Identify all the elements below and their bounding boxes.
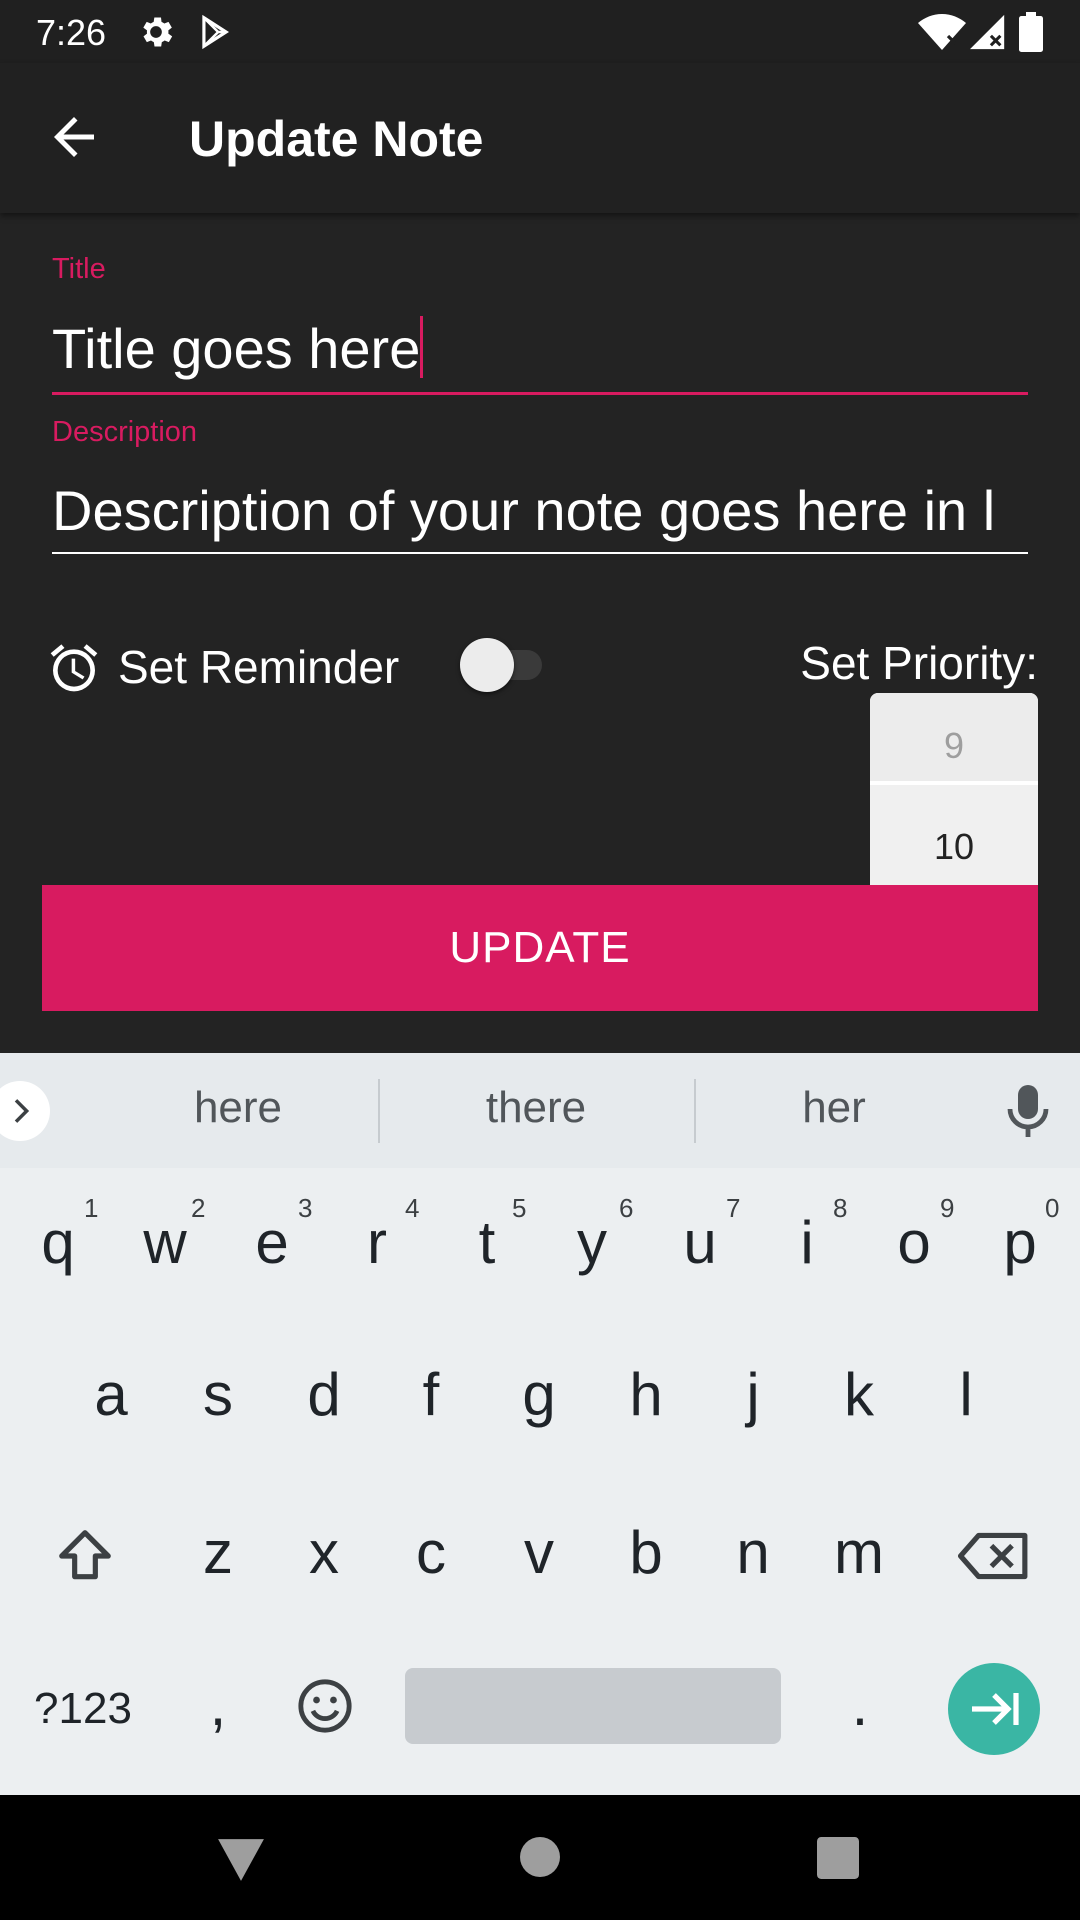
system-navigation-bar	[0, 1795, 1080, 1920]
key-m[interactable]: m	[809, 1493, 909, 1613]
key-v[interactable]: v	[489, 1493, 589, 1613]
play-store-icon	[202, 14, 230, 50]
suggestion-divider	[694, 1079, 696, 1143]
key-n[interactable]: n	[703, 1493, 803, 1613]
page-title: Update Note	[189, 111, 484, 167]
key-comma[interactable]: ,	[168, 1645, 268, 1765]
key-hint: 7	[726, 1193, 741, 1223]
title-input-underline	[52, 392, 1028, 395]
emoji-icon[interactable]	[296, 1677, 354, 1735]
key-c[interactable]: c	[381, 1493, 481, 1613]
status-bar: 7:26	[0, 0, 1080, 63]
key-z[interactable]: z	[168, 1493, 268, 1613]
key-hint: 8	[833, 1193, 848, 1223]
key-k[interactable]: k	[809, 1335, 909, 1455]
key-period[interactable]: .	[810, 1645, 910, 1765]
key-j[interactable]: j	[703, 1335, 803, 1455]
microphone-icon[interactable]	[1003, 1083, 1053, 1139]
priority-number-picker[interactable]: 9 10	[870, 693, 1038, 885]
shift-icon[interactable]	[54, 1525, 116, 1587]
space-key[interactable]	[405, 1668, 781, 1744]
key-hint: 3	[298, 1193, 313, 1223]
alarm-clock-icon	[50, 644, 98, 692]
update-button[interactable]: UPDATE	[42, 885, 1038, 1011]
key-h[interactable]: h	[596, 1335, 696, 1455]
arrow-back-icon[interactable]	[44, 107, 104, 167]
reminder-toggle-thumb[interactable]	[460, 638, 514, 692]
expand-suggestions-button[interactable]	[0, 1081, 50, 1141]
backspace-icon[interactable]	[958, 1529, 1030, 1583]
text-cursor	[420, 316, 424, 378]
key-hint: 6	[619, 1193, 634, 1223]
chevron-right-icon	[14, 1099, 30, 1123]
home-circle-icon[interactable]	[520, 1837, 560, 1877]
key-x[interactable]: x	[274, 1493, 374, 1613]
key-d[interactable]: d	[274, 1335, 374, 1455]
key-hint: 1	[84, 1193, 99, 1223]
status-time: 7:26	[36, 12, 107, 53]
suggestion-word[interactable]: there	[416, 1083, 656, 1133]
enter-key[interactable]	[948, 1663, 1040, 1755]
set-reminder-label: Set Reminder	[118, 641, 400, 693]
symbols-key[interactable]: ?123	[18, 1649, 148, 1769]
recents-square-icon[interactable]	[817, 1837, 859, 1879]
app-bar: Update Note	[0, 63, 1080, 213]
description-field-label: Description	[52, 416, 198, 448]
suggestion-divider	[378, 1079, 380, 1143]
key-f[interactable]: f	[381, 1335, 481, 1455]
title-input[interactable]: Title goes here	[52, 316, 1032, 381]
key-b[interactable]: b	[596, 1493, 696, 1613]
priority-option[interactable]: 9	[870, 693, 1038, 783]
wifi-icon	[918, 14, 966, 50]
key-hint: 0	[1045, 1193, 1060, 1223]
key-l[interactable]: l	[916, 1335, 1016, 1455]
set-priority-label: Set Priority:	[800, 637, 1038, 689]
title-field-label: Title	[52, 253, 106, 285]
title-input-value: Title goes here	[52, 317, 421, 380]
key-hint: 2	[191, 1193, 206, 1223]
battery-icon	[1019, 12, 1043, 52]
key-hint: 5	[512, 1193, 527, 1223]
back-triangle-icon[interactable]	[216, 1837, 266, 1883]
suggestion-strip: here there her	[0, 1053, 1080, 1168]
priority-option-selected[interactable]: 10	[870, 785, 1038, 885]
suggestion-word[interactable]: here	[118, 1083, 358, 1133]
next-field-icon	[972, 1693, 1019, 1725]
key-s[interactable]: s	[168, 1335, 268, 1455]
key-hint: 4	[405, 1193, 420, 1223]
signal-icon	[970, 14, 1005, 50]
suggestion-word[interactable]: her	[714, 1083, 954, 1133]
key-hint: 9	[940, 1193, 955, 1223]
description-input[interactable]: Description of your note goes here in l	[52, 478, 1028, 543]
key-a[interactable]: a	[61, 1335, 161, 1455]
soft-keyboard: here there her q w e r t y u i o p 1 2 3…	[0, 1053, 1080, 1795]
description-input-underline	[52, 552, 1028, 554]
key-g[interactable]: g	[489, 1335, 589, 1455]
gear-icon	[143, 17, 173, 47]
description-input-value: Description of your note goes here in l	[52, 479, 996, 542]
